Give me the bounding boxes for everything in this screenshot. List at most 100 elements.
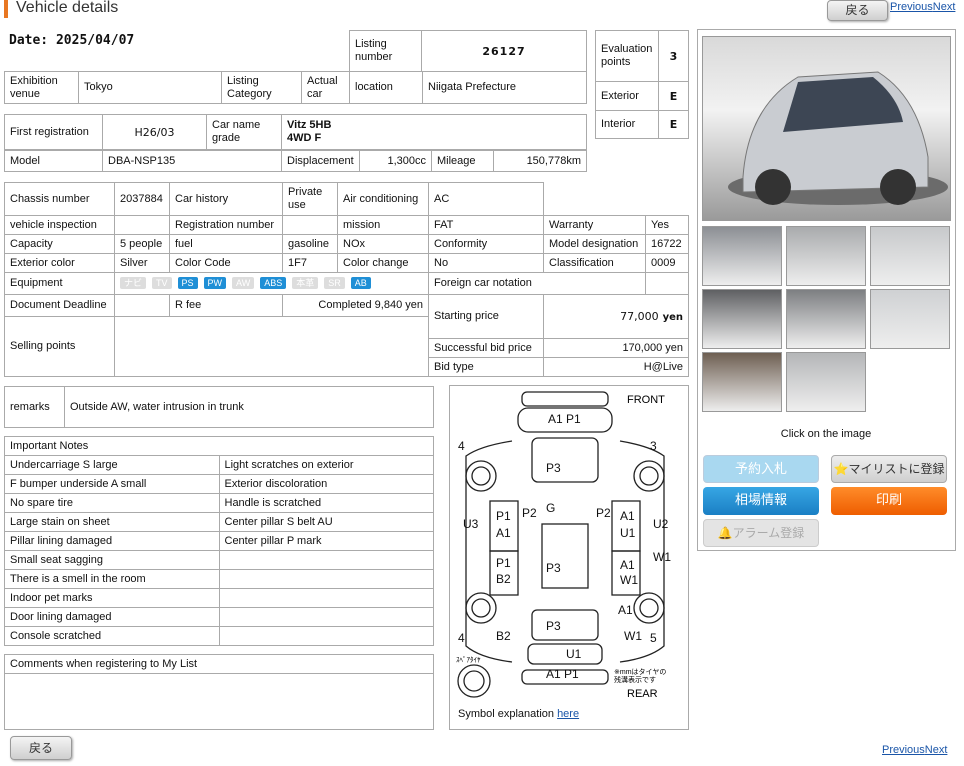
note-cell: Handle is scratched <box>218 493 434 513</box>
thumbnail-photo[interactable] <box>702 226 782 286</box>
selling-points-label: Selling points <box>4 316 115 377</box>
exhibition-venue-label: Exhibition venue <box>4 71 79 104</box>
damage-mark: P1 <box>496 556 511 570</box>
model-label: Model <box>4 150 103 172</box>
bid-type-value: H@Live <box>543 357 689 377</box>
damage-mark: A1 <box>496 526 511 540</box>
previous-link-top[interactable]: Previous <box>890 1 933 13</box>
photo-panel: Click on the image 予約入札 ⭐マイリストに登録 相場情報 印… <box>697 29 956 551</box>
remarks-label: remarks <box>4 386 65 428</box>
remarks-value: Outside AW, water intrusion in trunk <box>64 386 434 428</box>
prev-next-top: PreviousNext <box>890 1 955 13</box>
actual-car-label: Actual car <box>301 71 350 104</box>
note-cell: There is a smell in the room <box>4 569 220 589</box>
foreign-car-notation-value <box>645 272 689 295</box>
first-registration-label: First registration <box>4 114 103 150</box>
nox-label: NOx <box>337 234 429 254</box>
date-label: Date: 2025/04/07 <box>9 33 135 48</box>
symbol-explanation-link[interactable]: here <box>557 708 579 720</box>
damage-mark: A1 <box>620 509 635 523</box>
first-registration-value: H26/03 <box>102 114 207 150</box>
reserve-bid-button[interactable]: 予約入札 <box>703 455 819 483</box>
damage-mark: 4 <box>458 439 465 453</box>
damage-mark: B2 <box>496 629 511 643</box>
thumbnail-photo[interactable] <box>786 289 866 349</box>
displacement-value: 1,300cc <box>359 150 432 172</box>
specs-table: Chassis number 2037884 Car history Priva… <box>4 182 689 377</box>
print-button[interactable]: 印刷 <box>831 487 947 515</box>
vehicle-inspection-value <box>114 215 170 235</box>
note-cell: Console scratched <box>4 626 220 646</box>
evaluation-points-value: 3 <box>658 29 689 83</box>
private-use-label: Private use <box>282 182 338 216</box>
warranty-value: Yes <box>645 215 689 235</box>
comments-table: Comments when registering to My List <box>4 654 434 730</box>
damage-mark: P3 <box>546 619 561 633</box>
note-cell: Door lining damaged <box>4 607 220 627</box>
next-link-top[interactable]: Next <box>933 1 956 13</box>
note-row: There is a smell in the room <box>4 569 434 589</box>
damage-mark: W1 <box>624 629 642 643</box>
main-photo[interactable] <box>702 36 951 221</box>
mission-value: FAT <box>428 215 544 235</box>
thumbnail-photo[interactable] <box>870 289 950 349</box>
interior-grade: E <box>658 109 689 140</box>
document-deadline-label: Document Deadline <box>4 294 115 317</box>
evaluation-table: Evaluation points 3 Exterior E Interior E <box>595 29 689 140</box>
displacement-label: Displacement <box>281 150 360 172</box>
thumbnail-photo[interactable] <box>702 352 782 412</box>
damage-mark: P2 <box>522 506 537 520</box>
exterior-color-value: Silver <box>114 253 170 273</box>
note-cell <box>218 550 434 570</box>
damage-diagram-panel: A1 P1 P3 G P2 P2 P1 A1 P1 B2 A1 U1 A1 W1 U3 U2 W1 P3 A1 W1… <box>449 385 689 730</box>
next-link-bottom[interactable]: Next <box>925 744 948 756</box>
rear-left-tire-shape <box>465 592 497 624</box>
thumbnail-photo[interactable] <box>786 226 866 286</box>
back-button-top[interactable]: 戻る <box>827 0 888 21</box>
air-conditioning-label: Air conditioning <box>337 182 429 216</box>
thumbnail-photo[interactable] <box>702 289 782 349</box>
market-info-button[interactable]: 相場情報 <box>703 487 819 515</box>
symbol-explanation-text: Symbol explanation <box>458 708 558 720</box>
car-grade-value: Vitz 5HB 4WD F <box>281 114 587 150</box>
note-cell: Large stain on sheet <box>4 512 220 532</box>
note-cell: Pillar lining damaged <box>4 531 220 551</box>
starting-price-value: 77,000 yen <box>543 294 689 339</box>
thumbnail-photo[interactable] <box>786 352 866 412</box>
damage-mark: U1 <box>566 647 582 661</box>
important-notes-table: Important Notes Undercarriage S large Lig… <box>4 436 434 646</box>
photo-caption: Click on the image <box>780 428 872 440</box>
damage-mark: B2 <box>496 572 511 586</box>
alarm-register-button[interactable]: 🔔アラーム登録 <box>703 519 819 547</box>
add-to-mylist-button[interactable]: ⭐マイリストに登録 <box>831 455 947 483</box>
starting-price-label: Starting price <box>428 294 544 339</box>
note-cell: Center pillar S belt AU <box>218 512 434 532</box>
foreign-car-notation-label: Foreign car notation <box>428 272 646 295</box>
note-cell: F bumper underside A small <box>4 474 220 494</box>
model-designation-value: 16722 <box>645 234 689 254</box>
note-row: Pillar lining damaged Center pillar P mar… <box>4 531 434 551</box>
thumbnail-grid <box>702 226 954 416</box>
back-button-bottom[interactable]: 戻る <box>10 736 72 760</box>
thumbnail-photo[interactable] <box>870 226 950 286</box>
equipment-tag: SR <box>324 277 345 289</box>
color-change-value: No <box>428 253 544 273</box>
note-row: F bumper underside A small Exterior disco… <box>4 474 434 494</box>
car-diagram: A1 P1P3GP2 P2P1A1P1B2A1U1A1W1U3 U2W1P3A1W1… <box>456 391 671 700</box>
color-code-value: 1F7 <box>282 253 338 273</box>
mileage-value: 150,778km <box>493 150 587 172</box>
exterior-label: Exterior <box>595 81 659 111</box>
classification-label: Classification <box>543 253 646 273</box>
model-designation-label: Model designation <box>543 234 646 254</box>
damage-mark: U1 <box>620 526 636 540</box>
previous-link-bottom[interactable]: Previous <box>882 744 925 756</box>
equipment-tag: AB <box>350 277 371 289</box>
r-fee-label: R fee <box>169 294 283 317</box>
model-value: DBA-NSP135 <box>102 150 282 172</box>
exhibition-venue-value: Tokyo <box>78 71 222 104</box>
chassis-number-value: 2037884 <box>114 182 170 216</box>
note-cell: No spare tire <box>4 493 220 513</box>
capacity-label: Capacity <box>4 234 115 254</box>
roof-shape <box>541 523 589 589</box>
spare-tire-shape <box>457 664 491 698</box>
